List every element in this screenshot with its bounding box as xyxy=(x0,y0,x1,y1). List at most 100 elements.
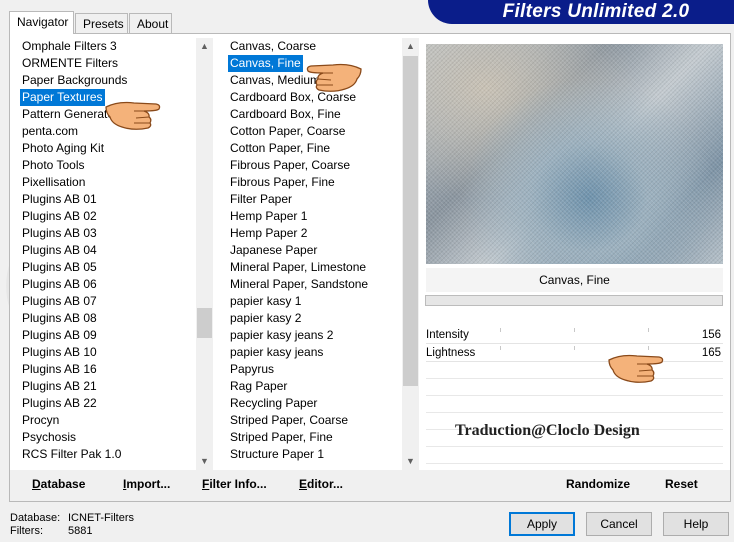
filter-list-item[interactable]: Rag Paper xyxy=(228,378,398,395)
filter-list-item[interactable]: Papyrus xyxy=(228,361,398,378)
filter-list-item-label: Rag Paper xyxy=(230,379,288,393)
apply-button[interactable]: Apply xyxy=(509,512,575,536)
filter-list-item[interactable]: Hemp Paper 1 xyxy=(228,208,398,225)
category-list-item[interactable]: Psychosis xyxy=(20,429,192,446)
editor-button[interactable]: Editor... xyxy=(299,477,343,491)
filter-list-item[interactable]: Recycling Paper xyxy=(228,395,398,412)
scroll-down-arrow-icon[interactable]: ▼ xyxy=(402,453,419,470)
category-list-item-label: Plugins AB 01 xyxy=(22,192,97,206)
filter-list-item-label: papier kasy 1 xyxy=(230,294,302,308)
category-list-item[interactable]: Plugins AB 09 xyxy=(20,327,192,344)
category-list-item[interactable]: Plugins AB 01 xyxy=(20,191,192,208)
tab-presets[interactable]: Presets xyxy=(75,13,128,33)
filter-list[interactable]: Canvas, Coarse Canvas, Fine Canvas, Medium… xyxy=(228,38,398,470)
category-list-item-label: Omphale Filters 3 xyxy=(22,39,117,53)
filter-list-item[interactable]: Filter Paper xyxy=(228,191,398,208)
empty-slider-row xyxy=(426,396,723,413)
randomize-button[interactable]: Randomize xyxy=(566,477,630,491)
database-label: Database: xyxy=(10,512,61,524)
status-info: Database: ICNET-Filters Filters: 5881 xyxy=(10,512,134,538)
category-list-item[interactable]: Paper Backgrounds xyxy=(20,72,192,89)
filter-list-item-label: Hemp Paper 1 xyxy=(230,209,308,223)
category-list-item[interactable]: Plugins AB 08 xyxy=(20,310,192,327)
filter-list-item[interactable]: papier kasy jeans 2 xyxy=(228,327,398,344)
filter-list-item-label: Mineral Paper, Sandstone xyxy=(230,277,369,291)
filter-list-item[interactable]: Mineral Paper, Sandstone xyxy=(228,276,398,293)
category-list-item[interactable]: Photo Tools xyxy=(20,157,192,174)
category-list-item[interactable]: Plugins AB 07 xyxy=(20,293,192,310)
filter-list-item-label: Structure Paper 1 xyxy=(230,447,325,461)
category-list-item[interactable]: Plugins AB 03 xyxy=(20,225,192,242)
slider-intensity[interactable]: Intensity 156 xyxy=(426,326,723,344)
filter-list-item[interactable]: Striped Paper, Fine xyxy=(228,429,398,446)
category-list-item[interactable]: Photo Aging Kit xyxy=(20,140,192,157)
category-list-item[interactable]: Plugins AB 22 xyxy=(20,395,192,412)
parameter-sliders: Intensity 156 Lightness 165 xyxy=(426,326,723,464)
filter-info-button[interactable]: Filter Info... xyxy=(202,477,267,491)
filter-list-item[interactable]: Cotton Paper, Coarse xyxy=(228,123,398,140)
import-button-label: mport... xyxy=(126,477,171,491)
filter-list-item[interactable]: papier kasy jeans xyxy=(228,344,398,361)
tab-navigator[interactable]: Navigator xyxy=(9,11,74,34)
filter-list-item-label: Cotton Paper, Fine xyxy=(230,141,331,155)
filter-list-item[interactable]: Fibrous Paper, Fine xyxy=(228,174,398,191)
filter-list-item[interactable]: Striped Paper, Coarse xyxy=(228,412,398,429)
category-list-item[interactable]: Plugins AB 16 xyxy=(20,361,192,378)
pointing-hand-icon xyxy=(306,63,362,92)
filter-list-item-label: Mineral Paper, Limestone xyxy=(230,260,367,274)
filter-list-item[interactable]: Japanese Paper xyxy=(228,242,398,259)
import-button[interactable]: Import... xyxy=(123,477,170,491)
filter-list-item[interactable]: Hemp Paper 2 xyxy=(228,225,398,242)
filter-list-item-label: Fibrous Paper, Fine xyxy=(230,175,335,189)
category-list-item-label: penta.com xyxy=(22,124,79,138)
category-list-item[interactable]: Plugins AB 21 xyxy=(20,378,192,395)
category-list-item-label: Plugins AB 10 xyxy=(22,345,97,359)
reset-button[interactable]: Reset xyxy=(665,477,698,491)
category-list-item-label: Plugins AB 05 xyxy=(22,260,97,274)
app-title: Filters Unlimited 2.0 xyxy=(428,0,734,24)
slider-lightness[interactable]: Lightness 165 xyxy=(426,344,723,362)
filter-list-item[interactable]: Cardboard Box, Fine xyxy=(228,106,398,123)
tab-about[interactable]: About xyxy=(129,13,172,33)
category-list-item[interactable]: Procyn xyxy=(20,412,192,429)
scroll-up-arrow-icon[interactable]: ▲ xyxy=(196,38,213,55)
filter-list-item[interactable]: Structure Paper 1 xyxy=(228,446,398,463)
filter-list-item[interactable]: Fibrous Paper, Coarse xyxy=(228,157,398,174)
category-list-item[interactable]: Plugins AB 06 xyxy=(20,276,192,293)
cancel-button[interactable]: Cancel xyxy=(586,512,652,536)
filter-preview-image xyxy=(426,44,723,264)
filter-list-item-label: Recycling Paper xyxy=(230,396,318,410)
scroll-down-arrow-icon[interactable]: ▼ xyxy=(196,453,213,470)
filter-list-item[interactable]: papier kasy 2 xyxy=(228,310,398,327)
database-button[interactable]: Database xyxy=(32,477,85,491)
filter-list-item-label: Cardboard Box, Fine xyxy=(230,107,341,121)
category-list-item[interactable]: Omphale Filters 3 xyxy=(20,38,192,55)
filter-scroll-thumb[interactable] xyxy=(403,56,418,386)
database-button-label: atabase xyxy=(40,477,86,491)
empty-slider-row xyxy=(426,447,723,464)
help-button[interactable]: Help xyxy=(663,512,729,536)
category-list-item[interactable]: Plugins AB 10 xyxy=(20,344,192,361)
category-list-item[interactable]: Plugins AB 02 xyxy=(20,208,192,225)
category-list-item-label: Paper Backgrounds xyxy=(22,73,128,87)
filter-list-item[interactable]: papier kasy 1 xyxy=(228,293,398,310)
filter-list-item[interactable]: Cotton Paper, Fine xyxy=(228,140,398,157)
filter-list-item-label: Filter Paper xyxy=(230,192,293,206)
category-list-item[interactable]: RCS Filter Pak 1.0 xyxy=(20,446,192,463)
scroll-up-arrow-icon[interactable]: ▲ xyxy=(402,38,419,55)
category-list-item[interactable]: Plugins AB 04 xyxy=(20,242,192,259)
pointing-hand-icon xyxy=(105,101,161,130)
category-list-item-label: Plugins AB 08 xyxy=(22,311,97,325)
filter-scrollbar[interactable]: ▲ ▼ xyxy=(402,38,419,470)
category-scrollbar[interactable]: ▲ ▼ xyxy=(196,38,213,470)
category-scroll-thumb[interactable] xyxy=(197,308,212,338)
category-list-item[interactable]: Pixellisation xyxy=(20,174,192,191)
category-list-item[interactable]: ORMENTE Filters xyxy=(20,55,192,72)
filter-list-item[interactable]: Canvas, Coarse xyxy=(228,38,398,55)
pointing-hand-icon xyxy=(608,354,664,383)
category-list-item-label: Photo Tools xyxy=(22,158,85,172)
slider-label: Intensity xyxy=(426,329,469,341)
filter-list-item[interactable]: Mineral Paper, Limestone xyxy=(228,259,398,276)
editor-button-accesskey: E xyxy=(299,477,308,491)
category-list-item[interactable]: Plugins AB 05 xyxy=(20,259,192,276)
